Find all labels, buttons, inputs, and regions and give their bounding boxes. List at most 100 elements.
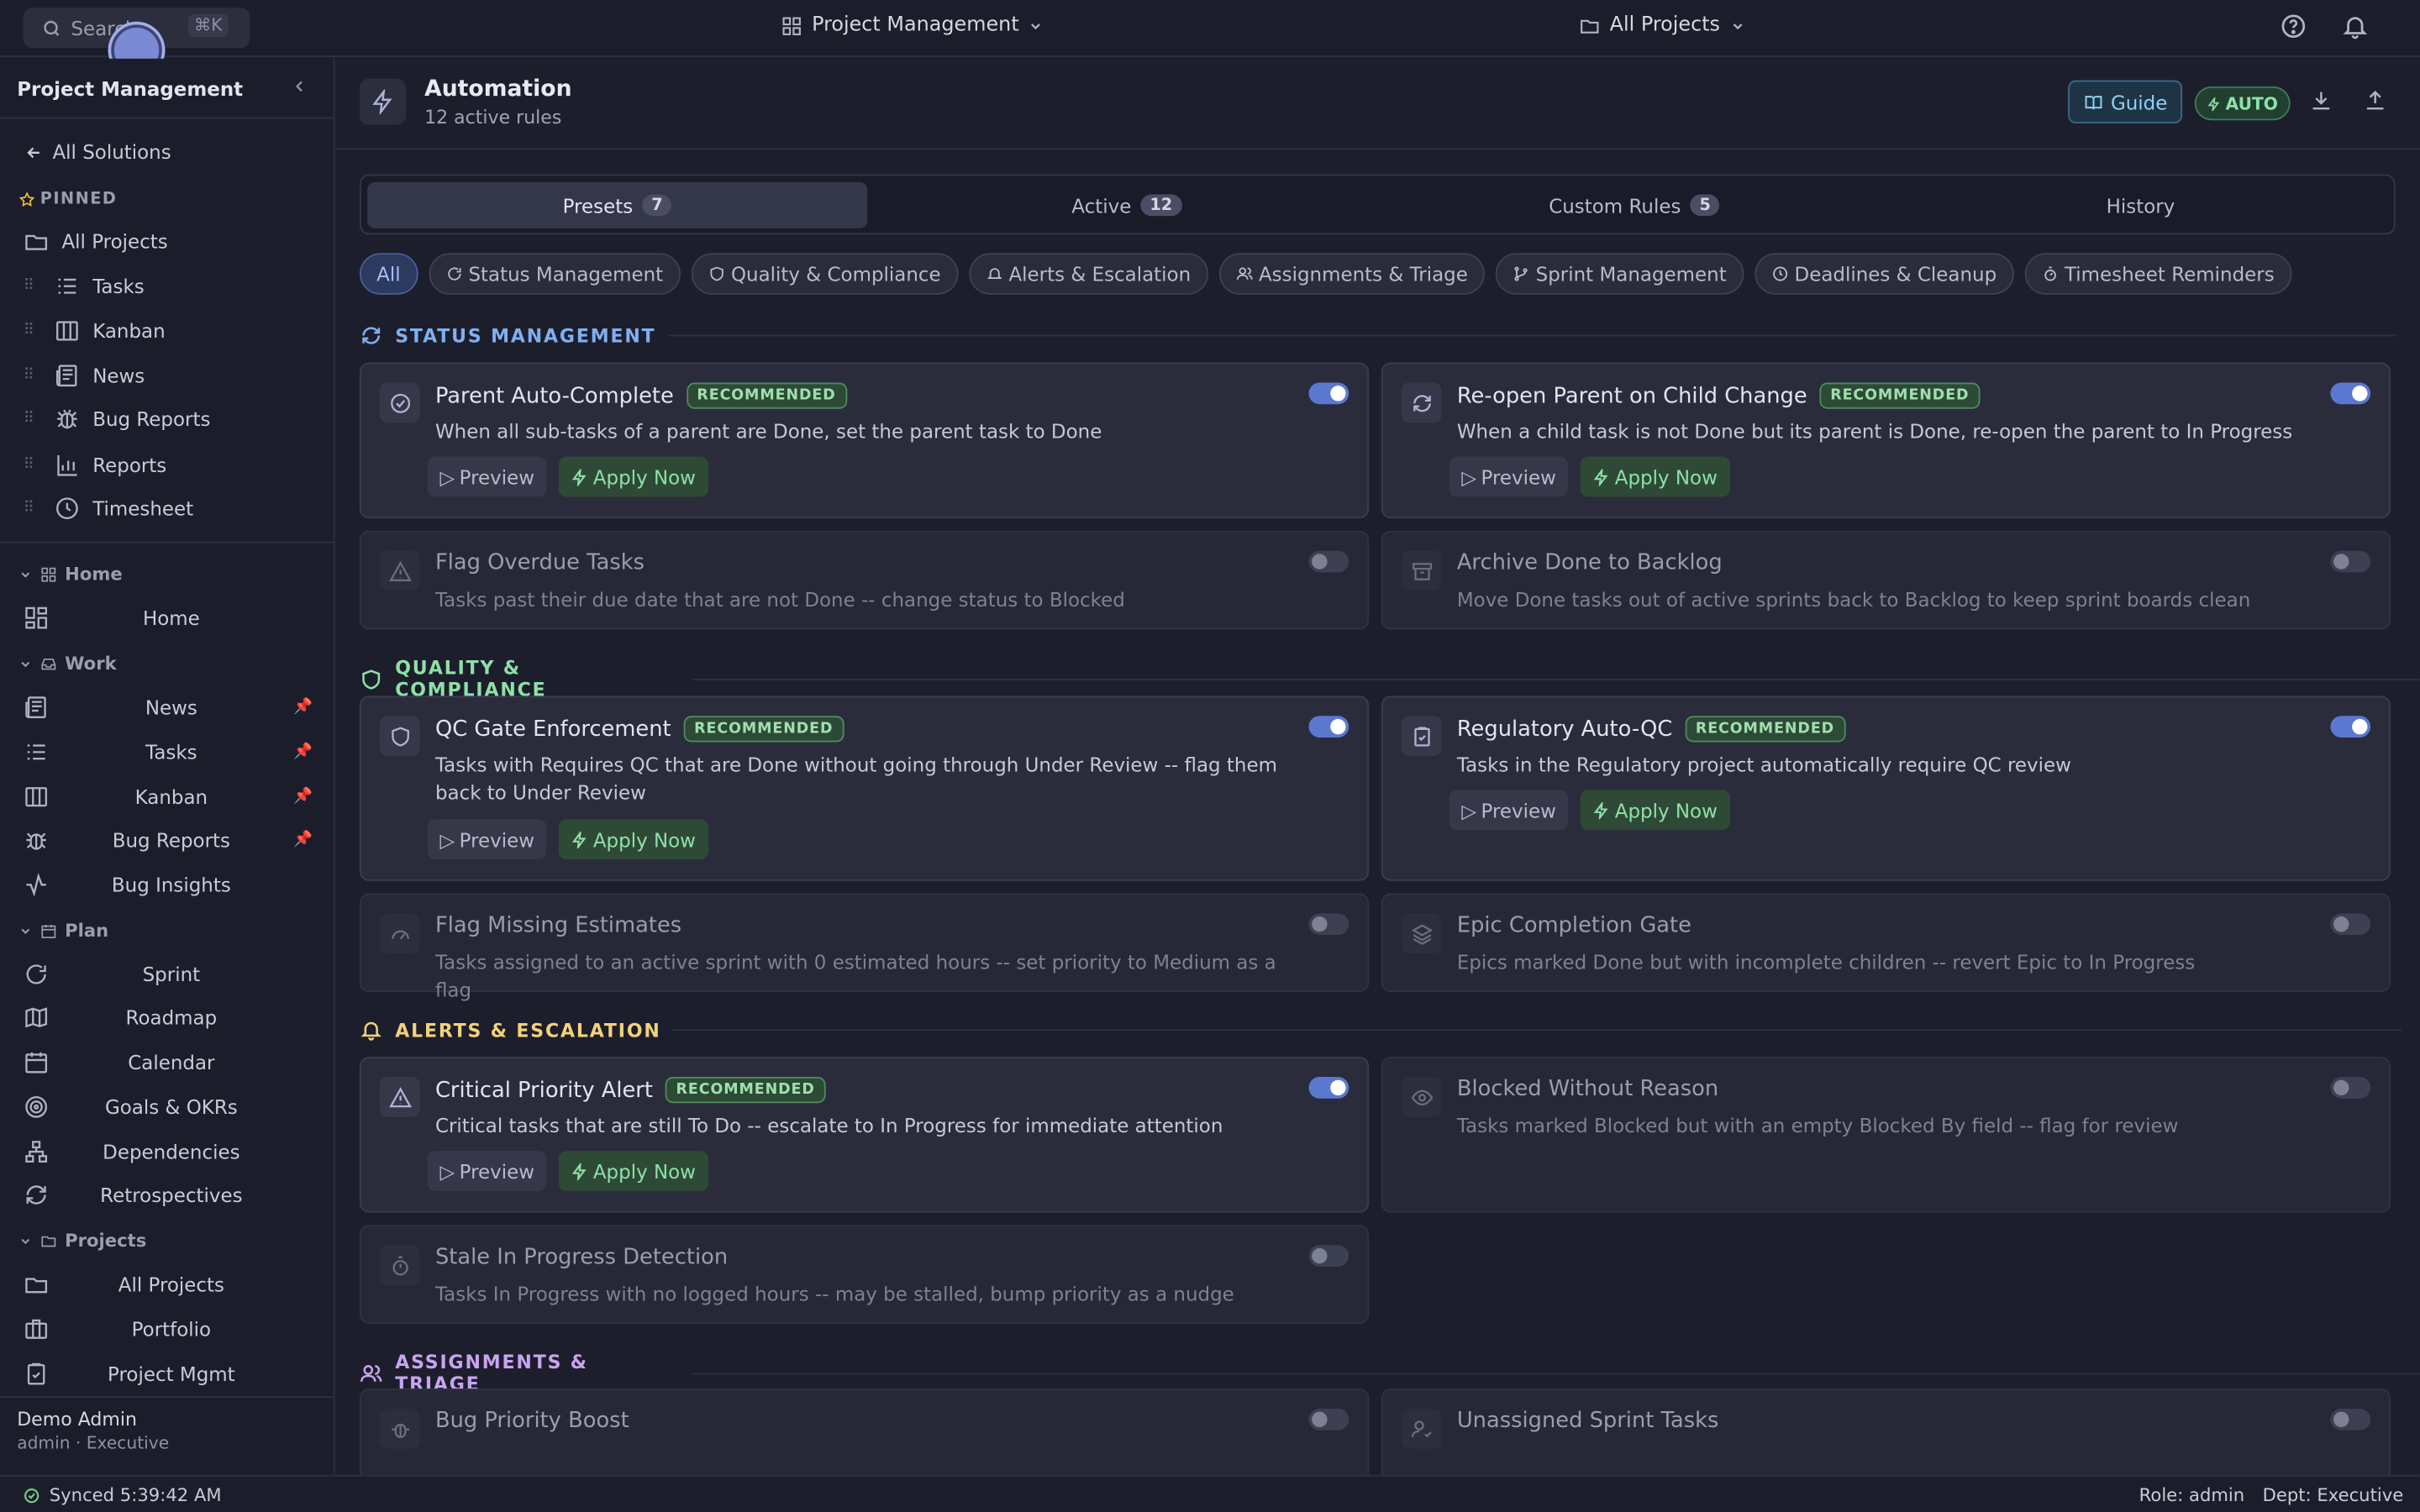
sidebar-group-home[interactable]: Home bbox=[18, 563, 123, 585]
pin-icon[interactable]: 📌 bbox=[293, 831, 313, 848]
sidebar-item-tasks[interactable]: Tasks 📌 bbox=[0, 732, 335, 772]
rule-card-archive-done[interactable]: Archive Done to Backlog Move Done tasks … bbox=[1381, 530, 2391, 630]
apply-now-button[interactable]: Apply Now bbox=[559, 1151, 708, 1191]
pin-icon[interactable]: 📌 bbox=[293, 698, 313, 715]
tab-history[interactable]: History bbox=[1891, 182, 2391, 228]
preview-button[interactable]: ▷ Preview bbox=[427, 819, 547, 860]
filter-deadlines-cleanup[interactable]: Deadlines & Cleanup bbox=[1754, 253, 2014, 295]
rule-toggle[interactable] bbox=[1308, 716, 1349, 738]
all-solutions-link[interactable]: All Solutions bbox=[24, 140, 171, 164]
sidebar-item-bug-insights[interactable]: Bug Insights bbox=[0, 864, 335, 905]
apply-now-button[interactable]: Apply Now bbox=[1581, 790, 1730, 831]
rule-card-epic-completion-gate[interactable]: Epic Completion Gate Epics marked Done b… bbox=[1381, 893, 2391, 992]
sidebar-item-roadmap[interactable]: Roadmap bbox=[0, 997, 335, 1037]
rule-toggle[interactable] bbox=[1308, 550, 1349, 573]
sidebar-item-retrospectives[interactable]: Retrospectives bbox=[0, 1174, 335, 1215]
rule-card-blocked-without-reason[interactable]: Blocked Without Reason Tasks marked Bloc… bbox=[1381, 1057, 2391, 1213]
preview-button[interactable]: ▷ Preview bbox=[1449, 790, 1569, 831]
sidebar-item-pinned-timesheet[interactable]: ⠿ Timesheet bbox=[0, 487, 335, 528]
rule-toggle[interactable] bbox=[2330, 382, 2371, 405]
upload-icon[interactable] bbox=[2363, 88, 2391, 116]
rule-toggle[interactable] bbox=[1308, 382, 1349, 405]
preview-button[interactable]: ▷ Preview bbox=[427, 456, 547, 497]
rule-card-regulatory-auto-qc[interactable]: Regulatory Auto-QC RECOMMENDED Tasks in t… bbox=[1381, 696, 2391, 881]
preview-button[interactable]: ▷ Preview bbox=[427, 1151, 547, 1191]
rule-card-parent-auto-complete[interactable]: Parent Auto-Complete RECOMMENDED When all… bbox=[359, 362, 1370, 519]
apply-now-button[interactable]: Apply Now bbox=[559, 819, 708, 860]
rule-toggle[interactable] bbox=[2330, 550, 2371, 573]
user-name[interactable]: Demo Admin bbox=[17, 1409, 137, 1431]
sidebar-group-plan[interactable]: Plan bbox=[18, 920, 108, 941]
lightning-icon bbox=[1593, 801, 1610, 819]
filter-sprint-management[interactable]: Sprint Management bbox=[1495, 253, 1744, 295]
guide-button[interactable]: Guide bbox=[2068, 80, 2183, 123]
collapse-sidebar-icon[interactable] bbox=[290, 77, 308, 96]
sidebar-item-pinned-reports[interactable]: ⠿ Reports bbox=[0, 444, 335, 485]
help-icon[interactable] bbox=[2280, 13, 2311, 44]
rule-card-qc-gate[interactable]: QC Gate Enforcement RECOMMENDED Tasks wit… bbox=[359, 696, 1370, 881]
sidebar-item-pinned-tasks[interactable]: ⠿ Tasks bbox=[0, 265, 335, 306]
rule-card-flag-overdue-tasks[interactable]: Flag Overdue Tasks Tasks past their due … bbox=[359, 530, 1370, 630]
drag-handle-icon[interactable]: ⠿ bbox=[24, 366, 35, 383]
sidebar-item-calendar[interactable]: Calendar bbox=[0, 1042, 335, 1082]
rule-toggle[interactable] bbox=[2330, 1077, 2371, 1099]
filter-all[interactable]: All bbox=[359, 253, 418, 295]
sidebar-item-pinned-all-projects[interactable]: All Projects bbox=[0, 221, 335, 261]
sidebar-item-home[interactable]: Home bbox=[0, 597, 335, 638]
solution-selector[interactable]: Project Management bbox=[781, 14, 1044, 37]
tab-custom-rules[interactable]: Custom Rules 5 bbox=[1385, 182, 1885, 228]
sidebar-item-dependencies[interactable]: Dependencies bbox=[0, 1131, 335, 1171]
check-circle-icon bbox=[379, 382, 420, 423]
rule-toggle[interactable] bbox=[1308, 1245, 1349, 1267]
rule-card-critical-priority-alert[interactable]: Critical Priority Alert RECOMMENDED Criti… bbox=[359, 1057, 1370, 1213]
bell-icon[interactable] bbox=[2341, 13, 2372, 44]
rule-card-unassigned-sprint-tasks[interactable]: Unassigned Sprint Tasks bbox=[1381, 1389, 2391, 1475]
sidebar-item-pinned-kanban[interactable]: ⠿ Kanban bbox=[0, 310, 335, 350]
filter-status-management[interactable]: Status Management bbox=[428, 253, 681, 295]
download-icon[interactable] bbox=[2309, 88, 2337, 116]
rule-card-bug-priority-boost[interactable]: Bug Priority Boost bbox=[359, 1389, 1370, 1475]
rule-toggle[interactable] bbox=[1308, 1077, 1349, 1099]
sidebar-item-kanban[interactable]: Kanban 📌 bbox=[0, 776, 335, 816]
sidebar-item-label: Reports bbox=[92, 453, 167, 476]
drag-handle-icon[interactable]: ⠿ bbox=[24, 410, 35, 427]
drag-handle-icon[interactable]: ⠿ bbox=[24, 499, 35, 516]
sidebar-item-news[interactable]: News 📌 bbox=[0, 686, 335, 727]
sidebar-item-bug-reports[interactable]: Bug Reports 📌 bbox=[0, 819, 335, 859]
drag-handle-icon[interactable]: ⠿ bbox=[24, 456, 35, 473]
sidebar-item-pinned-bug-reports[interactable]: ⠿ Bug Reports bbox=[0, 398, 335, 438]
sidebar-group-projects[interactable]: Projects bbox=[18, 1230, 146, 1252]
rule-name: Bug Priority Boost bbox=[434, 1408, 629, 1434]
sidebar-item-goals[interactable]: Goals & OKRs bbox=[0, 1086, 335, 1126]
preview-button[interactable]: ▷ Preview bbox=[1449, 456, 1569, 497]
pin-icon[interactable]: 📌 bbox=[293, 788, 313, 805]
rule-toggle[interactable] bbox=[2330, 1408, 2371, 1431]
filter-timesheet-reminders[interactable]: Timesheet Reminders bbox=[2024, 253, 2291, 295]
project-scope-selector[interactable]: All Projects bbox=[1579, 14, 1744, 37]
rule-toggle[interactable] bbox=[2330, 716, 2371, 738]
sidebar-group-work[interactable]: Work bbox=[18, 653, 117, 675]
sidebar-item-project-mgmt[interactable]: Project Mgmt bbox=[0, 1353, 335, 1394]
sidebar-item-portfolio[interactable]: Portfolio bbox=[0, 1309, 335, 1349]
apply-now-button[interactable]: Apply Now bbox=[559, 456, 708, 497]
filter-assignments-triage[interactable]: Assignments & Triage bbox=[1218, 253, 1486, 295]
tab-active[interactable]: Active 12 bbox=[876, 182, 1376, 228]
auto-toggle-badge[interactable]: AUTO bbox=[2194, 86, 2291, 121]
pin-icon[interactable]: 📌 bbox=[293, 743, 313, 759]
rule-toggle[interactable] bbox=[1308, 913, 1349, 936]
apply-now-button[interactable]: Apply Now bbox=[1581, 456, 1730, 497]
timer-icon bbox=[379, 1245, 420, 1285]
drag-handle-icon[interactable]: ⠿ bbox=[24, 277, 35, 294]
rule-card-flag-missing-estimates[interactable]: Flag Missing Estimates Tasks assigned to… bbox=[359, 893, 1370, 1001]
rule-card-reopen-parent[interactable]: Re-open Parent on Child Change RECOMMENDE… bbox=[1381, 362, 2391, 519]
tab-presets[interactable]: Presets 7 bbox=[367, 181, 868, 228]
sidebar-item-sprint[interactable]: Sprint bbox=[0, 953, 335, 994]
drag-handle-icon[interactable]: ⠿ bbox=[24, 322, 35, 339]
rule-card-stale-in-progress[interactable]: Stale In Progress Detection Tasks In Pro… bbox=[359, 1225, 1370, 1324]
filter-alerts-escalation[interactable]: Alerts & Escalation bbox=[968, 253, 1208, 295]
rule-toggle[interactable] bbox=[2330, 913, 2371, 936]
sidebar-item-pinned-news[interactable]: ⠿ News bbox=[0, 354, 335, 395]
filter-quality-compliance[interactable]: Quality & Compliance bbox=[691, 253, 958, 295]
rule-toggle[interactable] bbox=[1308, 1408, 1349, 1431]
sidebar-item-all-projects[interactable]: All Projects bbox=[0, 1263, 335, 1304]
